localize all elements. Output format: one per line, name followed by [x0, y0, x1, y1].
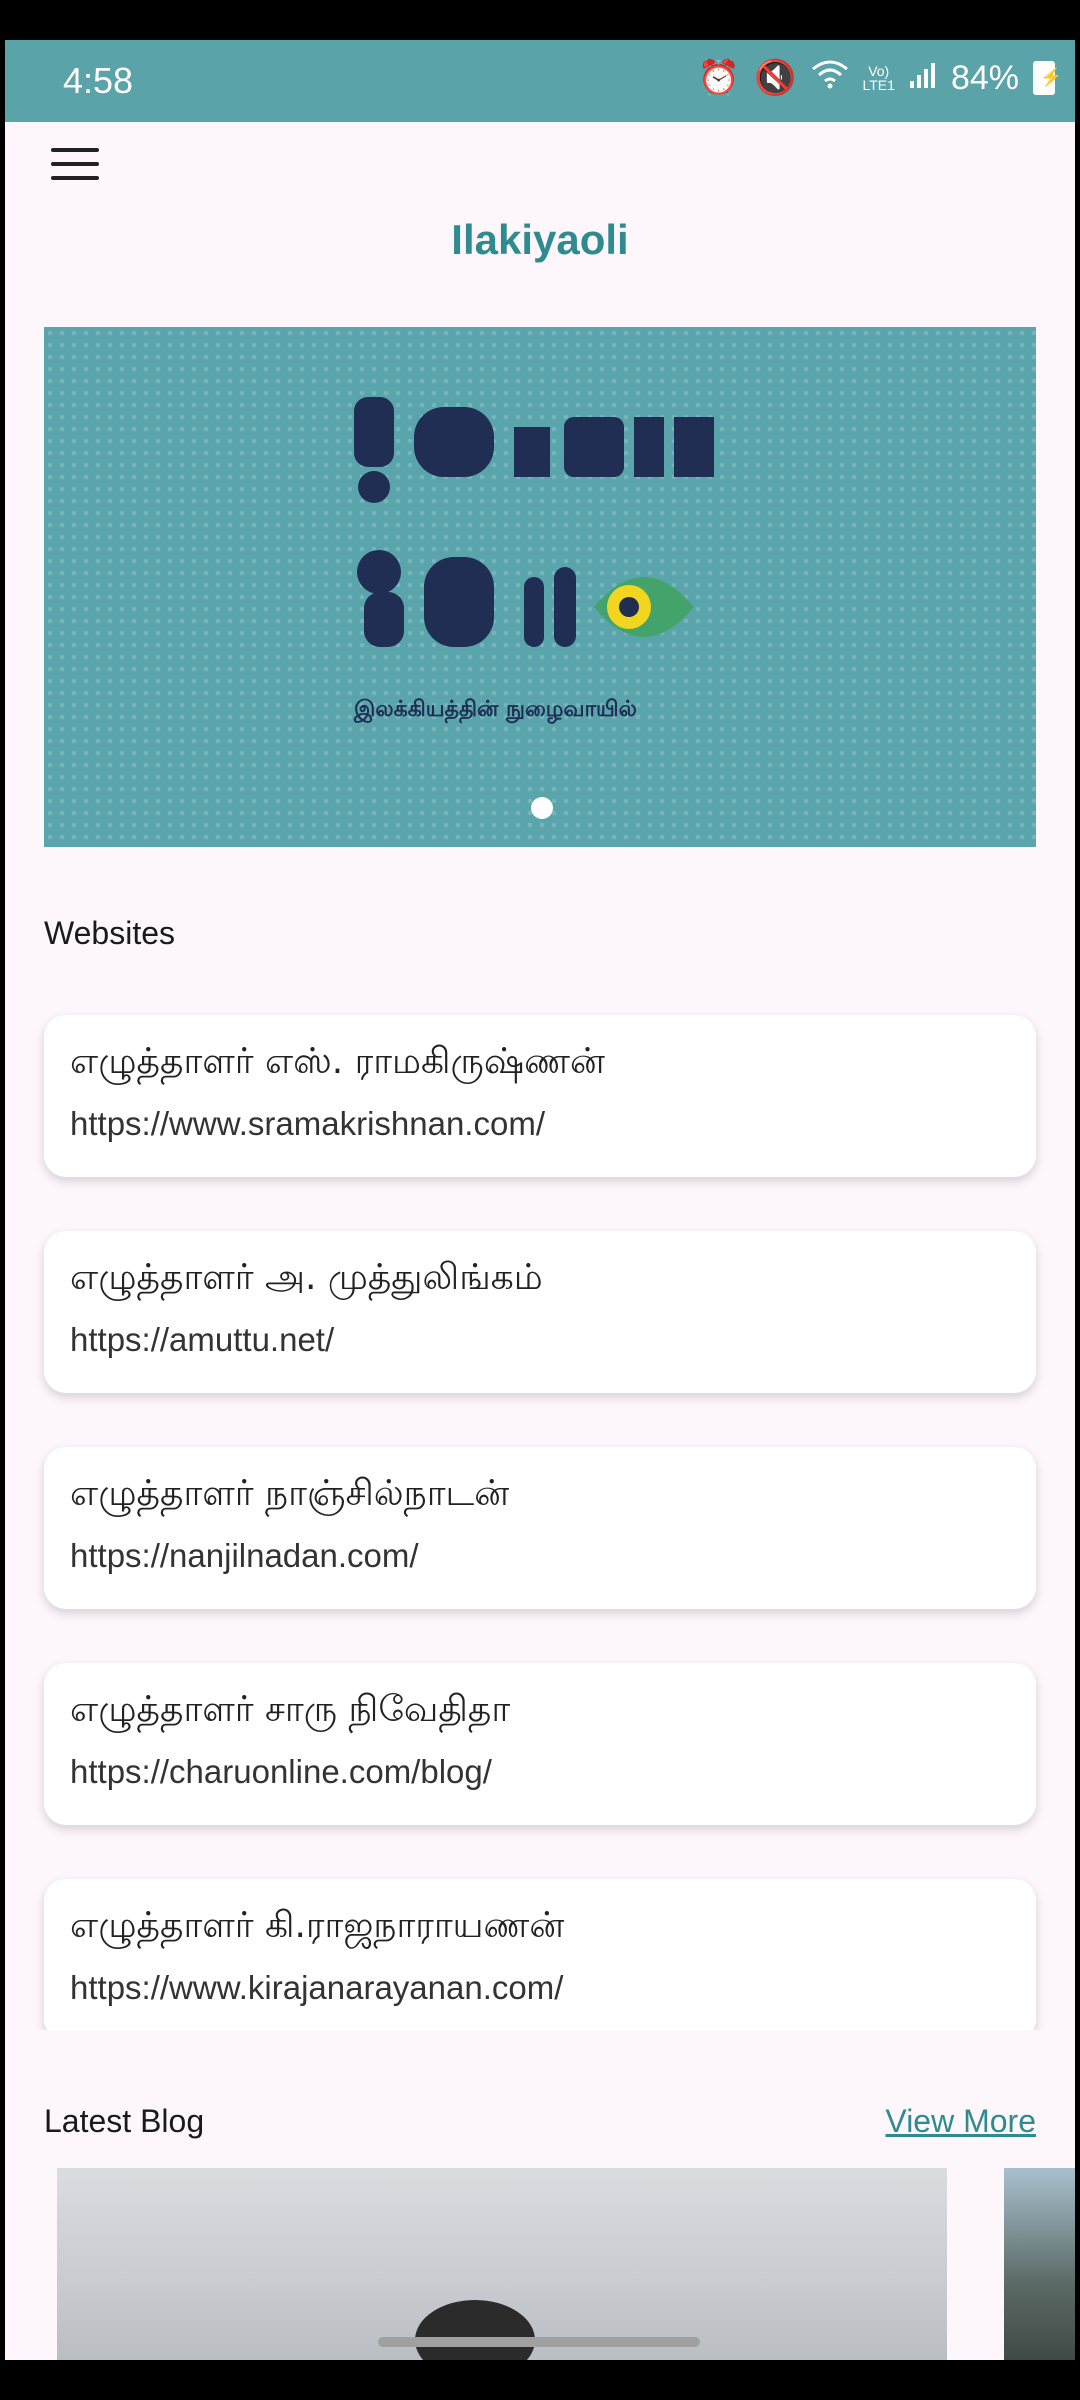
website-card[interactable]: எழுத்தாளர் நாஞ்சில்நாடன் https://nanjiln…: [44, 1447, 1036, 1609]
battery-icon: ⚡: [1033, 61, 1062, 95]
website-name: எழுத்தாளர் அ. முத்துலிங்கம்: [70, 1257, 543, 1298]
website-name: எழுத்தாளர் சாரு நிவேதிதா: [70, 1689, 511, 1730]
latest-blog-title: Latest Blog: [44, 2103, 205, 2139]
website-url[interactable]: https://charuonline.com/blog/: [70, 1753, 492, 1791]
status-bar: 4:58 ⏰ 🔇 Vo) LTE1 84% ⚡: [5, 40, 1075, 122]
menu-icon[interactable]: [51, 148, 99, 184]
gesture-home-bar[interactable]: [378, 2337, 700, 2347]
status-time: 4:58: [63, 60, 134, 101]
mute-icon: 🔇: [754, 59, 797, 97]
signal-icon: [909, 59, 937, 98]
wifi-icon: [811, 59, 849, 98]
app-title: Ilakiyaoli: [451, 216, 629, 263]
website-url[interactable]: https://www.sramakrishnan.com/: [70, 1105, 545, 1143]
banner-caption: இலக்கியத்தின் நுழைவாயில்: [354, 697, 637, 722]
banner-carousel[interactable]: இலக்கியத்தின் நுழைவாயில்: [44, 327, 1036, 847]
blog-thumbnail-next[interactable]: [1004, 2168, 1075, 2360]
website-card[interactable]: எழுத்தாளர் சாரு நிவேதிதா https://charuon…: [44, 1663, 1036, 1825]
status-icons: ⏰ 🔇 Vo) LTE1 84% ⚡: [697, 58, 1063, 98]
battery-percent: 84%: [950, 58, 1019, 97]
website-url[interactable]: https://www.kirajanarayanan.com/: [70, 1969, 563, 2007]
website-name: எழுத்தாளர் எஸ். ராமகிருஷ்ணன்: [70, 1041, 605, 1082]
website-card[interactable]: எழுத்தாளர் அ. முத்துலிங்கம் https://amut…: [44, 1231, 1036, 1393]
volte-icon: Vo) LTE1: [862, 63, 895, 93]
website-card[interactable]: எழுத்தாளர் எஸ். ராமகிருஷ்ணன் https://www…: [44, 1015, 1036, 1177]
website-card[interactable]: எழுத்தாளர் கி.ராஜநாராயணன் https://www.ki…: [44, 1879, 1036, 2041]
website-name: எழுத்தாளர் கி.ராஜநாராயணன்: [70, 1905, 565, 1946]
carousel-indicator-dot[interactable]: [531, 797, 553, 819]
ilakiyaoli-logo: [354, 397, 714, 647]
websites-title: Websites: [44, 915, 176, 951]
website-name: எழுத்தாளர் நாஞ்சில்நாடன்: [70, 1473, 510, 1514]
website-url[interactable]: https://nanjilnadan.com/: [70, 1537, 419, 1575]
alarm-icon: ⏰: [697, 59, 741, 97]
app-screen: 4:58 ⏰ 🔇 Vo) LTE1 84% ⚡ Ilakiyaoli இலக்க…: [5, 40, 1075, 2360]
view-more-link[interactable]: View More: [885, 2103, 1036, 2140]
list-clip-edge: [5, 2030, 1075, 2090]
website-url[interactable]: https://amuttu.net/: [70, 1321, 334, 1359]
